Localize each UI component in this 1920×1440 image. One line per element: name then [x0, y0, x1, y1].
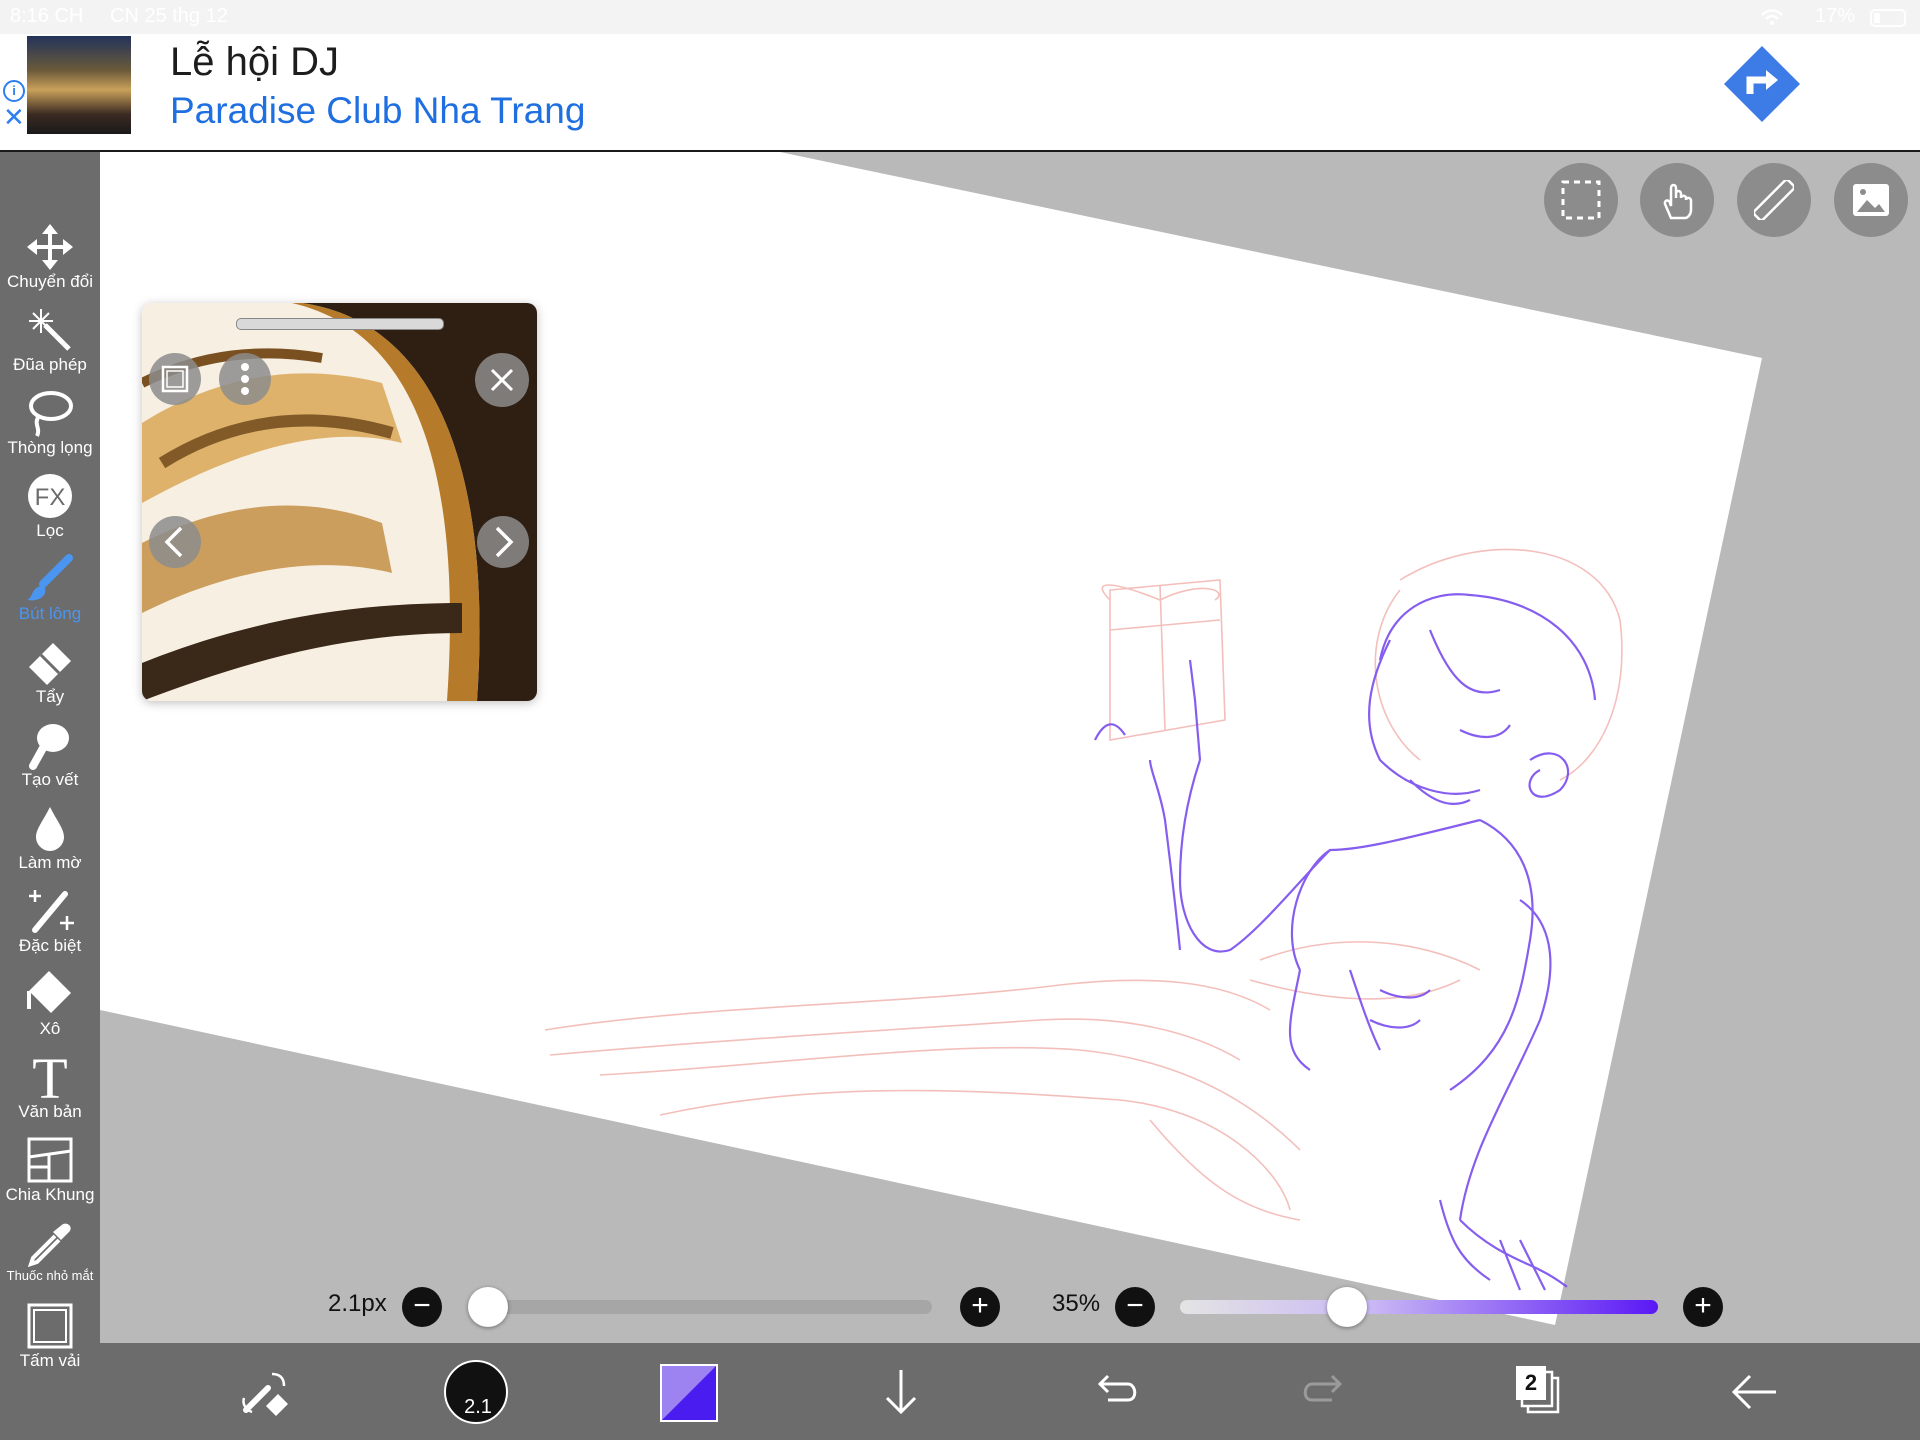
- status-date: CN 25 thg 12: [110, 5, 228, 27]
- tool-label: Bút lông: [18, 604, 82, 623]
- reference-next-button[interactable]: [477, 516, 529, 568]
- blur-drop-icon: [36, 807, 64, 851]
- opacity-increase[interactable]: +: [1683, 1287, 1723, 1327]
- selection-icon: [1561, 180, 1601, 220]
- opacity-value: 35%: [1052, 1290, 1101, 1317]
- close-icon: [490, 368, 514, 392]
- special-pen-icon: [29, 890, 74, 933]
- lasso-icon: [29, 391, 73, 437]
- ad-image[interactable]: [27, 36, 131, 134]
- ruler-icon: [1754, 180, 1794, 220]
- move-arrows-icon: [27, 224, 73, 270]
- canvas-icon: [27, 1303, 73, 1349]
- layers-button[interactable]: 2: [1508, 1362, 1568, 1422]
- tool-label: Tấm vải: [19, 1351, 81, 1370]
- bucket-icon: [27, 971, 71, 1013]
- reference-close-button[interactable]: [475, 353, 529, 407]
- reference-button[interactable]: [1834, 163, 1908, 237]
- tool-label: Lọc: [36, 521, 64, 540]
- reference-prev-button[interactable]: [149, 516, 201, 568]
- svg-text:FX: FX: [35, 484, 66, 511]
- tool-label: Chia Khung: [5, 1185, 95, 1204]
- battery-icon: [1870, 9, 1906, 27]
- layer-count: 2: [1524, 1370, 1538, 1395]
- magic-wand-icon: [29, 309, 71, 351]
- ad-subtitle[interactable]: Paradise Club Nha Trang: [170, 90, 585, 132]
- battery-level: 17%: [1815, 5, 1856, 27]
- svg-text:T: T: [32, 1052, 67, 1102]
- brush-size-decrease[interactable]: −: [402, 1287, 442, 1327]
- reference-drag-handle[interactable]: [236, 318, 444, 330]
- tool-label: Thuốc nhỏ mắt: [6, 1268, 94, 1283]
- brush-size-preview[interactable]: 2.1: [444, 1360, 508, 1424]
- ad-banner[interactable]: Lễ hội DJ Paradise Club Nha Trang i ✕: [0, 34, 1920, 152]
- tool-label: Làm mờ: [18, 853, 82, 872]
- info-icon[interactable]: i: [3, 80, 25, 102]
- tool-label: Chuyển đổi: [6, 272, 93, 291]
- tool-label: Văn bản: [18, 1102, 82, 1121]
- tool-label: Tạo vết: [21, 770, 79, 789]
- redo-icon[interactable]: [1294, 1360, 1358, 1424]
- back-arrow-icon[interactable]: [1722, 1360, 1786, 1424]
- eyedropper-icon: [27, 1223, 71, 1268]
- wifi-icon: [1761, 9, 1783, 25]
- selection-button[interactable]: [1544, 163, 1618, 237]
- swap-tools-icon[interactable]: [232, 1360, 296, 1424]
- brush-size-track[interactable]: [470, 1300, 932, 1314]
- opacity-decrease[interactable]: −: [1115, 1287, 1155, 1327]
- color-swatch[interactable]: [660, 1364, 718, 1422]
- undo-icon[interactable]: [1082, 1360, 1146, 1424]
- status-bar: 8:16 CH CN 25 thg 12 17%: [0, 0, 1920, 34]
- bottom-toolbar: [100, 1343, 1920, 1440]
- tool-sidebar: Chuyển đổi Đũa phép Thòng lọng FX Lọc Bú…: [0, 152, 100, 1440]
- frame-divider-icon: [27, 1137, 73, 1183]
- fx-icon: FX: [28, 474, 72, 518]
- drawing-canvas[interactable]: [0, 0, 1920, 1440]
- status-time: 8:16 CH: [10, 5, 84, 27]
- more-icon: [241, 363, 249, 395]
- reference-layer-button[interactable]: [149, 353, 201, 405]
- smudge-icon: [29, 724, 69, 770]
- opacity-track[interactable]: [1180, 1300, 1658, 1314]
- download-icon[interactable]: [869, 1360, 933, 1424]
- brush-size-preview-label: 2.1: [464, 1396, 492, 1418]
- hand-gesture-icon: [1663, 183, 1693, 220]
- next-arrow-icon: [495, 526, 514, 558]
- ruler-button[interactable]: [1737, 163, 1811, 237]
- close-icon[interactable]: ✕: [3, 104, 25, 130]
- tool-label: Xô: [39, 1019, 61, 1038]
- gesture-button[interactable]: [1640, 163, 1714, 237]
- tool-label: Đặc biệt: [18, 936, 82, 955]
- image-reference-icon: [1853, 184, 1889, 216]
- prev-arrow-icon: [164, 526, 183, 558]
- directions-icon[interactable]: [1722, 44, 1802, 124]
- tool-label: Thòng lọng: [7, 438, 93, 457]
- text-icon: T: [32, 1052, 67, 1102]
- brush-size-value: 2.1px: [328, 1290, 387, 1317]
- color-swatch-icon: [662, 1366, 716, 1420]
- tool-label: Đũa phép: [13, 355, 87, 374]
- ad-title[interactable]: Lễ hội DJ: [170, 40, 339, 85]
- reference-menu-button[interactable]: [219, 353, 271, 405]
- tool-label: Tẩy: [35, 687, 65, 706]
- eraser-icon: [29, 643, 71, 685]
- layer-icon: [161, 365, 189, 393]
- brush-size-increase[interactable]: +: [960, 1287, 1000, 1327]
- brush-icon: [27, 554, 73, 601]
